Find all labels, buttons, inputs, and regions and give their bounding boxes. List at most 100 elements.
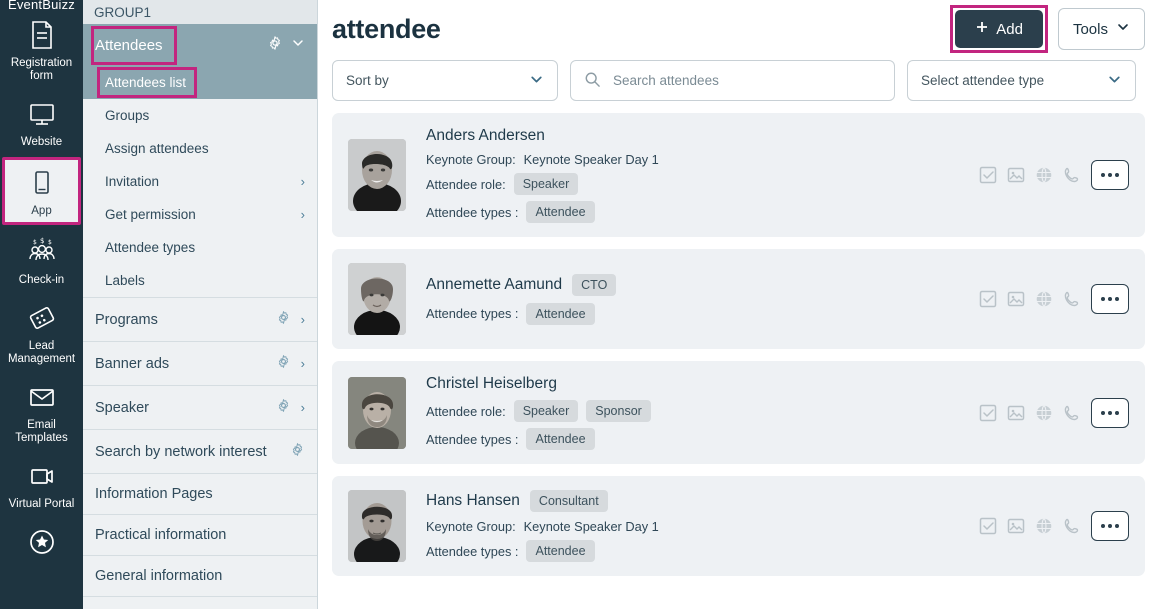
rail-item-website[interactable]: Website — [0, 89, 83, 155]
phone-icon[interactable] — [1063, 517, 1081, 535]
rail-item-registration-form[interactable]: Registration form — [0, 10, 83, 89]
nav-section-attendees[interactable]: Attendees — [83, 24, 317, 66]
attendee-card[interactable]: Christel Heiselberg Attendee role: Speak… — [332, 361, 1145, 464]
more-options-button[interactable] — [1091, 511, 1129, 541]
sidebar-item-banner-ads[interactable]: Banner ads › — [83, 341, 317, 385]
more-dot — [1115, 297, 1119, 301]
check-square-icon[interactable] — [979, 166, 997, 184]
image-icon[interactable] — [1007, 166, 1025, 184]
chevron-right-icon: › — [300, 312, 305, 327]
check-square-icon[interactable] — [979, 290, 997, 308]
gear-icon[interactable] — [290, 442, 305, 461]
attendee-card[interactable]: Annemette Aamund CTO Attendee types : At… — [332, 249, 1145, 349]
video-camera-icon — [25, 459, 59, 493]
sidebar-item-partial[interactable] — [83, 596, 317, 609]
attendee-card-actions — [979, 397, 1129, 428]
attendee-role-label: Attendee role: — [426, 403, 506, 419]
more-options-button[interactable] — [1091, 284, 1129, 314]
gear-icon[interactable] — [267, 35, 283, 55]
sort-by-select[interactable]: Sort by — [332, 60, 558, 101]
attendee-card-body: Christel Heiselberg Attendee role: Speak… — [426, 375, 967, 450]
nav-row-label: Information Pages — [95, 486, 213, 502]
attendee-card[interactable]: Anders Andersen Keynote Group: Keynote S… — [332, 113, 1145, 237]
rail-item-star[interactable] — [0, 517, 83, 570]
globe-icon[interactable] — [1035, 290, 1053, 308]
tools-button[interactable]: Tools — [1057, 8, 1145, 50]
gear-icon[interactable] — [276, 398, 291, 417]
more-dot — [1115, 173, 1119, 177]
chevron-down-icon — [529, 72, 544, 90]
sidebar-item-search-by-network-interest[interactable]: Search by network interest — [83, 429, 317, 473]
sidebar-item-labels[interactable]: Labels — [83, 264, 317, 297]
badge-icon — [25, 301, 59, 335]
header-actions: Add Tools — [950, 5, 1145, 53]
globe-icon[interactable] — [1035, 517, 1053, 535]
nav-row-label: Programs — [95, 311, 158, 328]
sidebar-item-practical-information[interactable]: Practical information — [83, 514, 317, 555]
phone-icon[interactable] — [1063, 166, 1081, 184]
rail-item-label: Email Templates — [15, 419, 68, 444]
avatar — [348, 376, 406, 449]
gear-icon[interactable] — [276, 354, 291, 373]
sidebar-item-programs[interactable]: Programs › — [83, 297, 317, 341]
keynote-group-line: Keynote Group: Keynote Speaker Day 1 — [426, 519, 967, 534]
nav-row-label: Speaker — [95, 399, 150, 416]
rail-item-lead-management[interactable]: Lead Management — [0, 293, 83, 372]
type-badge: Attendee — [526, 302, 595, 325]
sidebar-item-speaker[interactable]: Speaker › — [83, 385, 317, 429]
more-options-button[interactable] — [1091, 160, 1129, 190]
avatar — [348, 263, 406, 335]
attendee-role-line: Attendee role: Speaker Sponsor — [426, 400, 967, 422]
keynote-group-label: Keynote Group: — [426, 519, 516, 534]
globe-icon[interactable] — [1035, 404, 1053, 422]
sub-item-label: Invitation — [105, 174, 160, 189]
phone-icon[interactable] — [1063, 404, 1081, 422]
attendee-role-line: Attendee role: Speaker — [426, 173, 967, 195]
keynote-group-value: Keynote Speaker Day 1 — [523, 519, 659, 534]
check-square-icon[interactable] — [979, 404, 997, 422]
rail-item-virtual-portal[interactable]: Virtual Portal — [0, 451, 83, 517]
check-square-icon[interactable] — [979, 517, 997, 535]
sub-item-label: Assign attendees — [105, 141, 209, 156]
more-dot — [1115, 410, 1119, 415]
globe-icon[interactable] — [1035, 166, 1053, 184]
keynote-group-label: Keynote Group: — [426, 152, 516, 167]
monitor-icon — [25, 97, 59, 131]
rail-item-label: Check-in — [18, 274, 65, 286]
sidebar-item-assign-attendees[interactable]: Assign attendees — [83, 132, 317, 165]
gear-icon[interactable] — [276, 310, 291, 329]
sidebar-item-information-pages[interactable]: Information Pages — [83, 473, 317, 514]
sidebar-item-groups[interactable]: Groups — [83, 99, 317, 132]
image-icon[interactable] — [1007, 404, 1025, 422]
rail-item-label: Virtual Portal — [8, 498, 75, 510]
attendee-name-row: Annemette Aamund CTO — [426, 273, 967, 296]
document-icon — [25, 18, 59, 52]
attendee-card-body: Anders Andersen Keynote Group: Keynote S… — [426, 127, 967, 223]
phone-icon[interactable] — [1063, 290, 1081, 308]
attendee-types-line: Attendee types : Attendee — [426, 540, 967, 562]
image-icon[interactable] — [1007, 517, 1025, 535]
sidebar-item-attendees-list[interactable]: Attendees list — [83, 66, 317, 99]
group-title: GROUP1 — [83, 0, 317, 24]
more-dot — [1115, 524, 1119, 528]
sidebar-item-invitation[interactable]: Invitation › — [83, 165, 317, 198]
keynote-group-value: Keynote Speaker Day 1 — [523, 152, 659, 167]
rail-item-app[interactable]: App — [2, 157, 81, 225]
search-icon — [584, 71, 601, 91]
sidebar-item-attendee-types[interactable]: Attendee types — [83, 231, 317, 264]
attendee-card[interactable]: Hans Hansen Consultant Keynote Group: Ke… — [332, 476, 1145, 576]
chevron-down-icon[interactable] — [291, 36, 305, 54]
more-options-button[interactable] — [1091, 397, 1129, 428]
sidebar-item-general-information[interactable]: General information — [83, 555, 317, 596]
rail-item-email-templates[interactable]: Email Templates — [0, 372, 83, 451]
image-icon[interactable] — [1007, 290, 1025, 308]
attendee-name-row: Anders Andersen — [426, 127, 967, 145]
rail-item-check-in[interactable]: $ $ $ Check-in — [0, 227, 83, 293]
sidebar-item-get-permission[interactable]: Get permission › — [83, 198, 317, 231]
attendee-card-actions — [979, 160, 1129, 190]
search-box[interactable] — [570, 60, 895, 101]
attendee-type-select[interactable]: Select attendee type — [907, 60, 1136, 101]
type-badge: Attendee — [526, 540, 595, 562]
search-input[interactable] — [613, 73, 881, 88]
add-button[interactable]: Add — [955, 10, 1043, 48]
